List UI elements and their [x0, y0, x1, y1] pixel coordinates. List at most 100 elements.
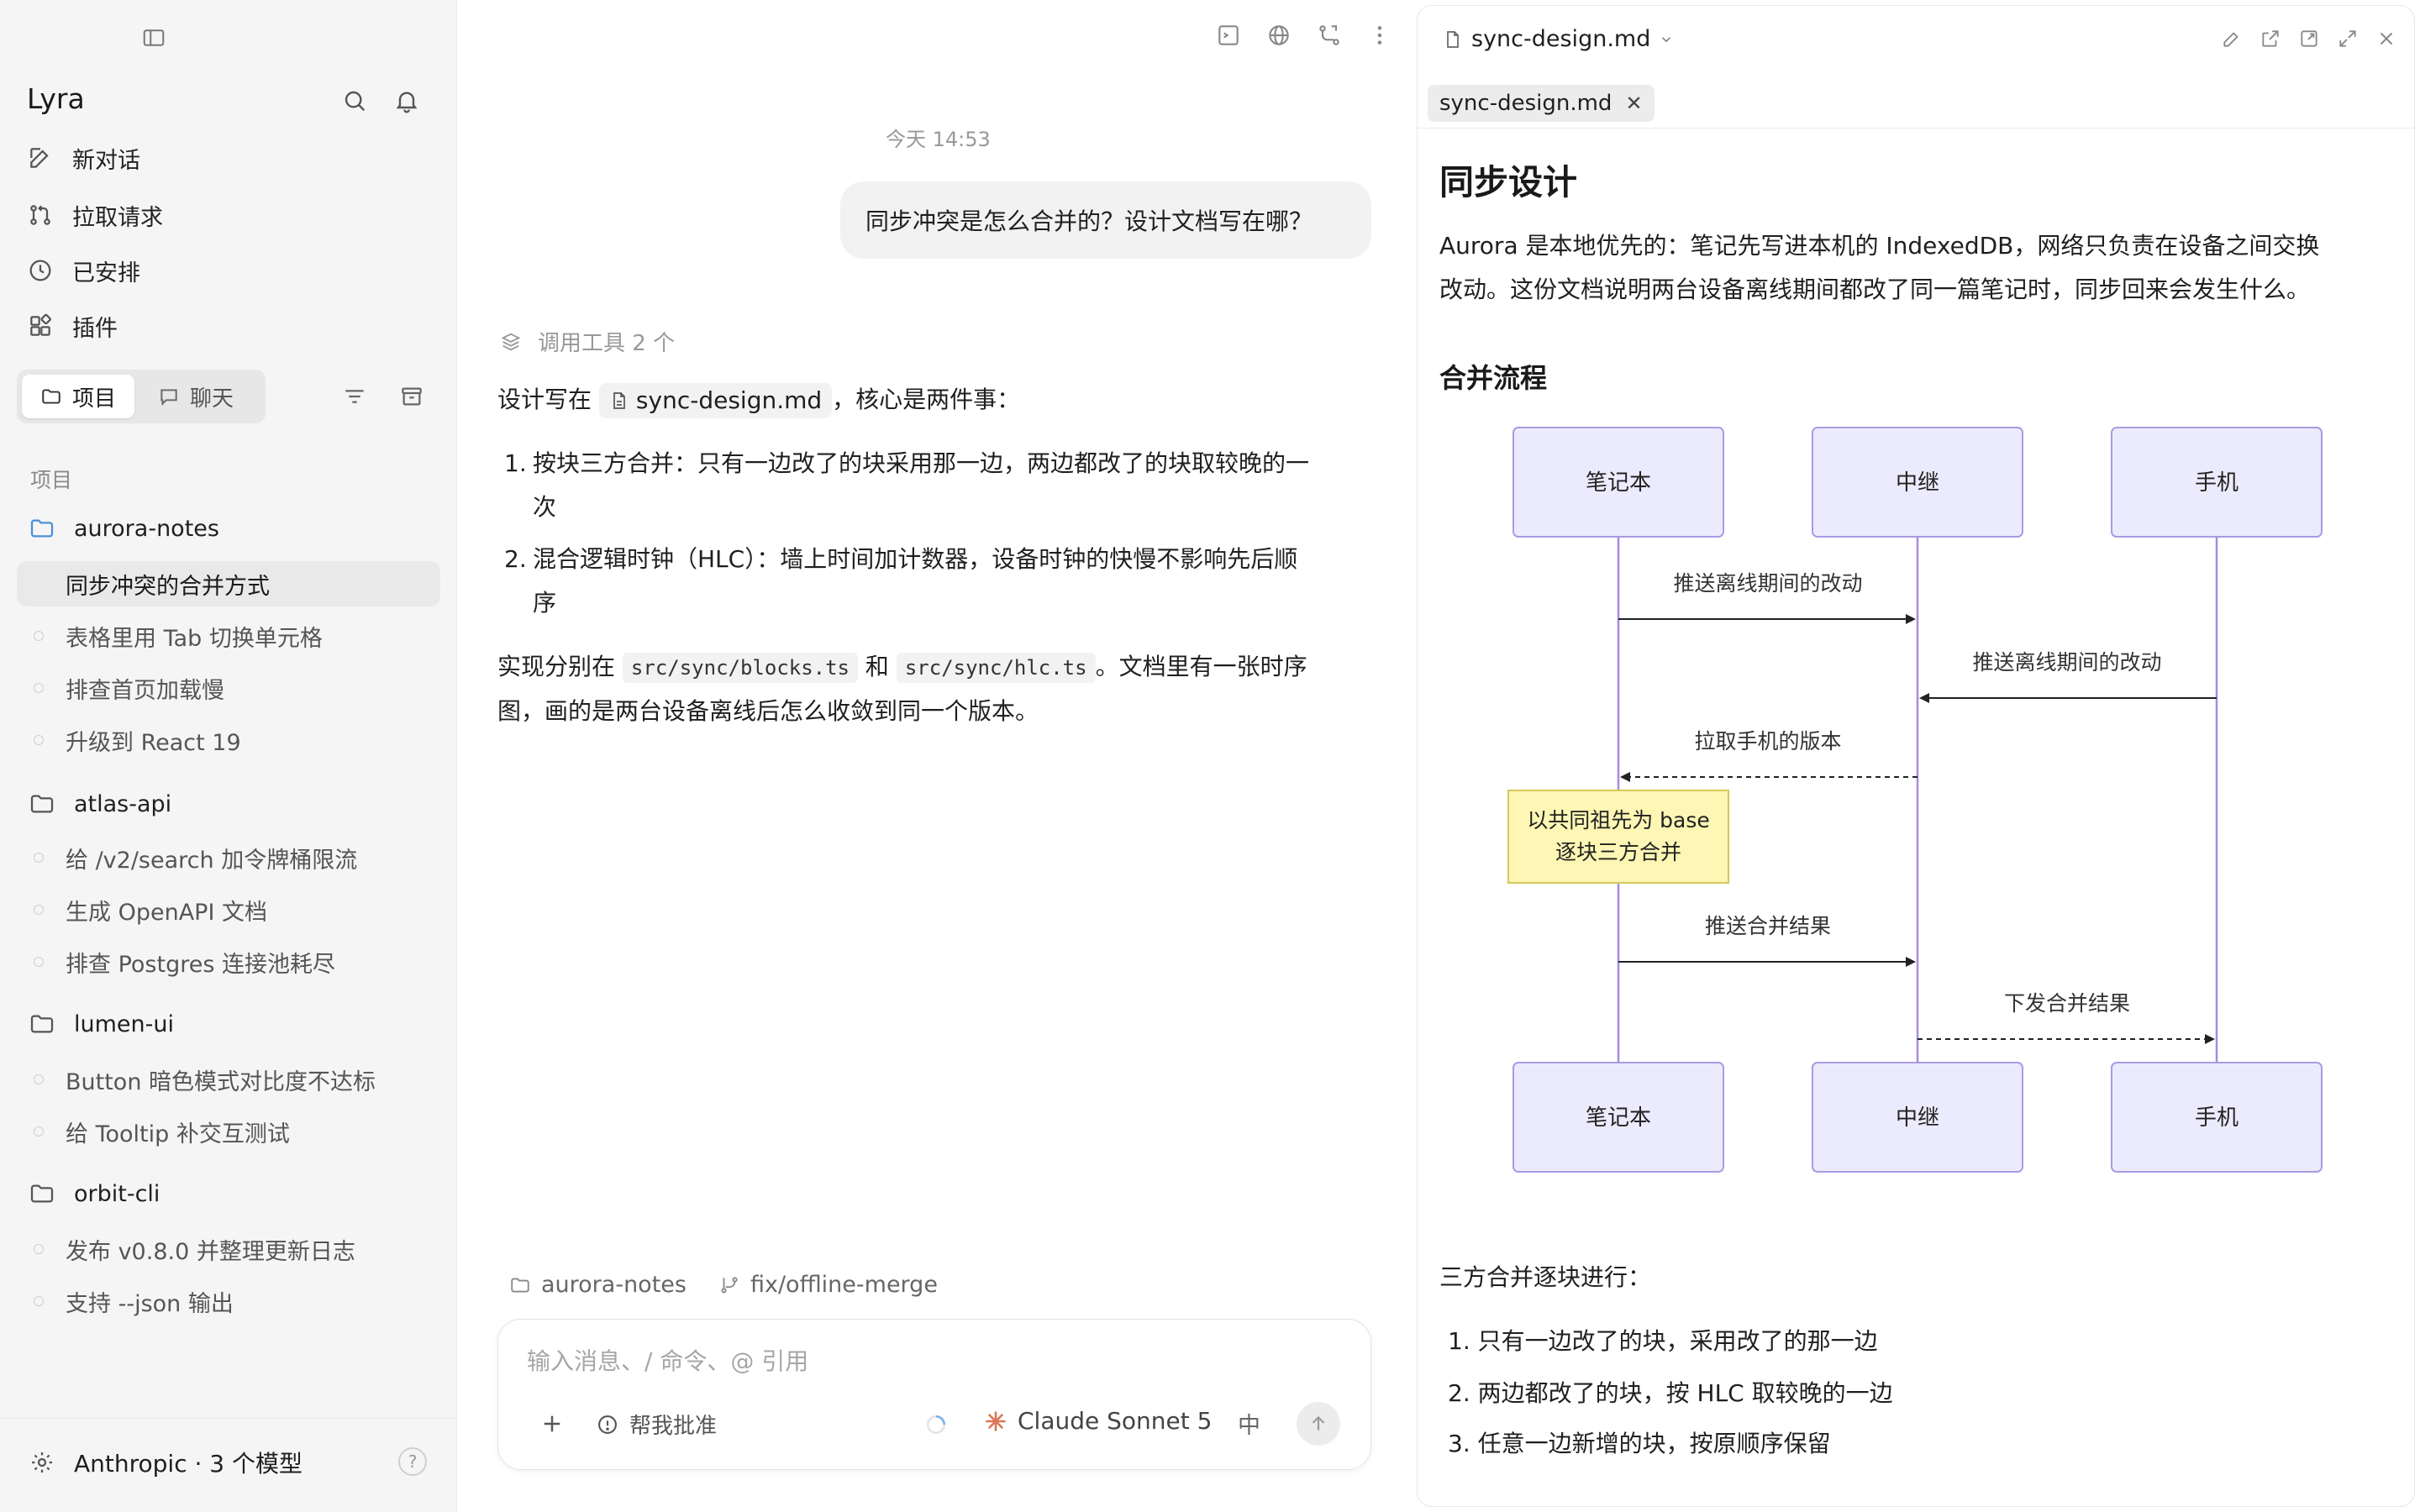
- send-button[interactable]: [1297, 1402, 1340, 1446]
- user-message: 同步冲突是怎么合并的？设计文档写在哪？: [840, 181, 1371, 259]
- nav-scheduled[interactable]: 已安排: [27, 250, 140, 291]
- thread-label: 表格里用 Tab 切换单元格: [66, 625, 323, 652]
- search-icon[interactable]: [341, 87, 368, 114]
- tool-calls-label: 调用工具 2 个: [538, 331, 676, 356]
- message-input[interactable]: [527, 1341, 1334, 1380]
- model-label: Claude Sonnet 5: [1018, 1407, 1213, 1435]
- list-text: 按块三方合并：只有一边改了的块采用那一边，两边都改了的块取较晚的一: [533, 449, 1310, 477]
- thread-label: 排查首页加载慢: [66, 677, 224, 704]
- impl-text: 和: [865, 653, 889, 680]
- more-vertical-icon[interactable]: [1366, 22, 1393, 49]
- clock-icon: [27, 257, 54, 284]
- folder-icon: [30, 795, 54, 813]
- list-number: 2.: [504, 545, 527, 573]
- thread-item[interactable]: 排查 Postgres 连接池耗尽: [17, 939, 440, 984]
- project-orbit-cli[interactable]: orbit-cli: [29, 1174, 160, 1213]
- chat-toolbar: [1215, 22, 1393, 49]
- bell-icon[interactable]: [393, 87, 420, 114]
- thread-item[interactable]: 同步冲突的合并方式: [17, 561, 440, 606]
- branch-diff-icon[interactable]: [1316, 22, 1343, 49]
- pull-request-icon: [27, 202, 54, 228]
- list-text: 次: [533, 493, 557, 521]
- participant-label: 中继: [1896, 1105, 1939, 1131]
- globe-icon[interactable]: [1265, 22, 1292, 49]
- impl-text: 。文档里有一张时序: [1095, 653, 1307, 680]
- archive-icon[interactable]: [398, 383, 425, 410]
- project-atlas-api[interactable]: atlas-api: [29, 785, 171, 823]
- thread-item[interactable]: 表格里用 Tab 切换单元格: [17, 613, 440, 659]
- participant-label: 手机: [2195, 1105, 2238, 1131]
- document-preview-panel: sync-design.md sync-design.md ✕ 同步设计 Aur…: [1417, 5, 2415, 1507]
- edit-icon: [27, 144, 54, 171]
- auto-approve-button[interactable]: 帮我批准: [596, 1409, 717, 1440]
- app-title: Lyra: [27, 82, 85, 115]
- thread-dot-icon: [34, 683, 44, 693]
- participant-label: 手机: [2195, 470, 2238, 496]
- context-branch-label: fix/offline-merge: [750, 1272, 938, 1298]
- intro-text: ，核心是两件事：: [832, 386, 1021, 413]
- file-icon: [613, 392, 625, 409]
- thread-label: 生成 OpenAPI 文档: [66, 899, 267, 926]
- arrow-up-icon: [1312, 1415, 1325, 1431]
- thread-label: 给 Tooltip 补交互测试: [66, 1121, 290, 1147]
- thread-item[interactable]: 生成 OpenAPI 文档: [17, 887, 440, 932]
- nav-label: 新对话: [72, 147, 140, 174]
- nav-label: 已安排: [72, 260, 140, 286]
- tab-chats[interactable]: 聊天: [139, 375, 252, 418]
- nav-pull-requests[interactable]: 拉取请求: [27, 195, 163, 235]
- thread-item[interactable]: 支持 --json 输出: [17, 1278, 440, 1324]
- context-project[interactable]: aurora-notes: [509, 1272, 687, 1298]
- tool-calls-summary[interactable]: 调用工具 2 个: [499, 326, 675, 357]
- inline-code: src/sync/blocks.ts: [622, 653, 859, 683]
- tab-label: 聊天: [190, 386, 234, 412]
- participant-label: 笔记本: [1586, 1105, 1651, 1131]
- list-text: 序: [533, 589, 557, 617]
- terminal-icon[interactable]: [1215, 22, 1242, 49]
- nav-plugins[interactable]: 插件: [27, 306, 118, 346]
- thread-label: 支持 --json 输出: [66, 1290, 234, 1317]
- doc-list-item: 2. 两边都改了的块，按 HLC 取较晚的一边: [1448, 1379, 1893, 1407]
- thread-dot-icon: [34, 905, 44, 915]
- project-name: aurora-notes: [74, 515, 219, 542]
- thread-dot-icon: [34, 1296, 44, 1306]
- thread-dot-icon: [34, 957, 44, 967]
- filter-icon[interactable]: [341, 383, 368, 410]
- message-label: 拉取手机的版本: [1694, 729, 1841, 753]
- spinner-icon: [925, 1414, 947, 1436]
- provider-settings[interactable]: Anthropic · 3 个模型: [29, 1446, 302, 1479]
- sidebar: Lyra 新对话 拉取请求 已安排 插件 项目 聊天 项目 aurora-not…: [0, 0, 457, 1512]
- impl-text: 实现分别在: [497, 653, 616, 680]
- context-branch[interactable]: fix/offline-merge: [718, 1272, 938, 1298]
- project-name: lumen-ui: [74, 1011, 174, 1037]
- note-box: [1507, 790, 1729, 884]
- inline-code: src/sync/hlc.ts: [896, 653, 1096, 683]
- chat-icon: [160, 389, 177, 407]
- tab-projects[interactable]: 项目: [22, 375, 135, 418]
- help-icon[interactable]: ?: [398, 1447, 427, 1476]
- sidebar-toggle-icon[interactable]: [141, 25, 166, 50]
- thread-item[interactable]: 排查首页加载慢: [17, 665, 440, 711]
- project-name: orbit-cli: [74, 1180, 160, 1207]
- alert-circle-icon: [598, 1415, 617, 1434]
- thread-label: Button 暗色模式对比度不达标: [66, 1068, 376, 1095]
- project-name: atlas-api: [74, 790, 172, 817]
- thread-item[interactable]: 给 /v2/search 加令牌桶限流: [17, 835, 440, 880]
- context-row: aurora-notes fix/offline-merge: [509, 1272, 938, 1298]
- project-aurora-notes[interactable]: aurora-notes: [29, 509, 219, 548]
- thread-item[interactable]: 给 Tooltip 补交互测试: [17, 1109, 440, 1154]
- plus-icon[interactable]: [539, 1410, 566, 1437]
- thread-item[interactable]: 升级到 React 19: [17, 717, 440, 763]
- file-chip[interactable]: sync-design.md: [598, 383, 833, 418]
- message-label: 下发合并结果: [2004, 991, 2130, 1016]
- spark-icon: [986, 1410, 1006, 1431]
- input-language-toggle[interactable]: 中: [1238, 1407, 1260, 1440]
- nav-label: 插件: [72, 315, 118, 342]
- thread-item[interactable]: 发布 v0.8.0 并整理更新日志: [17, 1226, 440, 1272]
- model-selector[interactable]: Claude Sonnet 5: [984, 1407, 1212, 1435]
- thread-item[interactable]: Button 暗色模式对比度不达标: [17, 1057, 440, 1102]
- nav-new-chat[interactable]: 新对话: [27, 138, 140, 178]
- project-lumen-ui[interactable]: lumen-ui: [29, 1005, 174, 1043]
- doc-list-title: 三方合并逐块进行：: [1439, 1263, 1652, 1291]
- thread-label: 发布 v0.8.0 并整理更新日志: [66, 1238, 355, 1265]
- folder-open-icon: [30, 519, 54, 538]
